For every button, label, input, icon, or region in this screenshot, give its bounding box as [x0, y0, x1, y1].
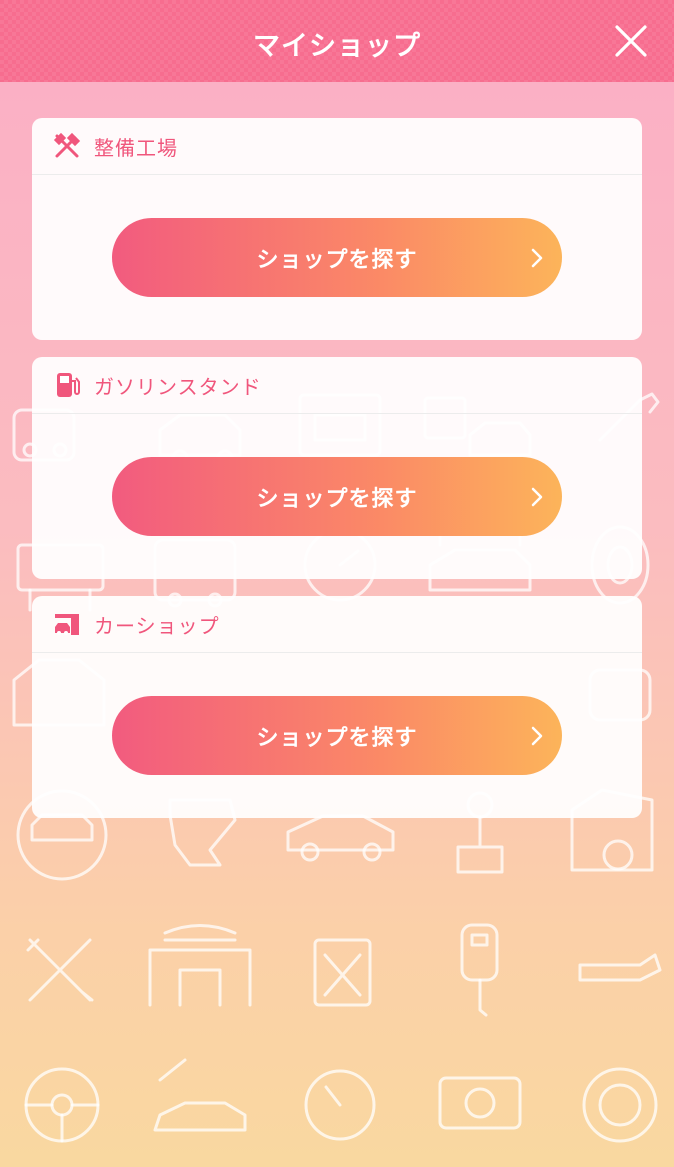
fuel-can-icon [313, 938, 372, 1007]
card-header: 整備工場 [32, 118, 642, 175]
card-car-shop: カーショップ ショップを探す [32, 596, 642, 818]
tools-icon [52, 131, 82, 161]
card-title: カーショップ [94, 613, 220, 638]
card-header: カーショップ [32, 596, 642, 653]
card-maintenance-shop: 整備工場 ショップを探す [32, 118, 642, 340]
car-key-icon [460, 923, 499, 1017]
garage-icon [148, 924, 252, 1007]
satellite-car-icon [153, 1058, 247, 1132]
find-shop-label: ショップを探す [256, 725, 418, 751]
find-shop-button[interactable]: ショップを探す [112, 457, 562, 536]
card-title: ガソリンスタンド [94, 374, 262, 399]
find-shop-button[interactable]: ショップを探す [112, 218, 562, 297]
find-shop-label: ショップを探す [256, 247, 418, 273]
steering-wheel-icon [24, 1067, 100, 1143]
oil-can-icon [578, 953, 662, 982]
close-icon [615, 25, 647, 57]
car-shop-icon [52, 609, 82, 639]
card-gas-station: ガソリンスタンド ショップを探す [32, 357, 642, 579]
chevron-right-icon [531, 248, 543, 268]
speedometer-icon [304, 1069, 376, 1141]
tools-bg-icon [26, 938, 94, 1002]
card-title: 整備工場 [94, 135, 178, 160]
chevron-right-icon [531, 726, 543, 746]
gear-wrench-icon [582, 1067, 658, 1143]
page-title: マイショップ [253, 31, 421, 62]
engine-icon [438, 1076, 522, 1130]
sedan-icon [286, 814, 395, 862]
find-shop-button[interactable]: ショップを探す [112, 696, 562, 775]
gas-pump-icon [52, 370, 82, 400]
chevron-right-icon [531, 487, 543, 507]
find-shop-label: ショップを探す [256, 486, 418, 512]
close-button[interactable] [614, 24, 648, 58]
header-bar: マイショップ [0, 0, 674, 82]
card-header: ガソリンスタンド [32, 357, 642, 414]
